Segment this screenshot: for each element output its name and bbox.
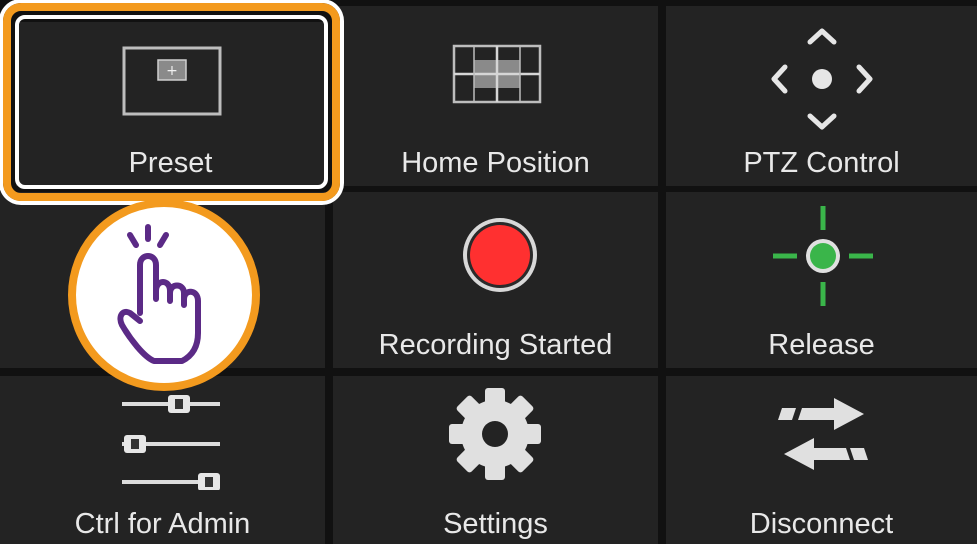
preset-label: Preset <box>128 147 213 179</box>
recording-button[interactable]: Recording Started <box>333 192 658 368</box>
ptz-arrows-icon <box>771 28 873 130</box>
home-position-grid-icon <box>452 44 542 104</box>
gear-icon <box>449 388 541 480</box>
settings-label: Settings <box>443 508 548 540</box>
release-label: Release <box>768 329 875 361</box>
sliders-icon <box>122 395 220 490</box>
crosshair-target-icon <box>773 206 873 306</box>
swap-arrows-icon <box>778 398 868 470</box>
ctrl-admin-button[interactable]: Ctrl for Admin <box>0 376 325 544</box>
home-position-button[interactable]: Home Position <box>333 6 658 186</box>
ptz-control-label: PTZ Control <box>743 147 900 179</box>
disconnect-button[interactable]: Disconnect <box>666 376 977 544</box>
record-icon <box>463 218 537 292</box>
preset-button[interactable]: + Preset <box>16 22 325 186</box>
tap-hint-badge <box>68 199 260 391</box>
recording-label: Recording Started <box>378 329 613 361</box>
tap-hand-icon <box>117 224 201 364</box>
preset-frame-icon: + <box>122 46 222 116</box>
svg-text:+: + <box>166 63 178 79</box>
home-position-label: Home Position <box>401 147 590 179</box>
ctrl-admin-label: Ctrl for Admin <box>74 508 251 540</box>
release-button[interactable]: Release <box>666 192 977 368</box>
settings-button[interactable]: Settings <box>333 376 658 544</box>
ptz-control-button[interactable]: PTZ Control <box>666 6 977 186</box>
disconnect-label: Disconnect <box>749 508 894 540</box>
